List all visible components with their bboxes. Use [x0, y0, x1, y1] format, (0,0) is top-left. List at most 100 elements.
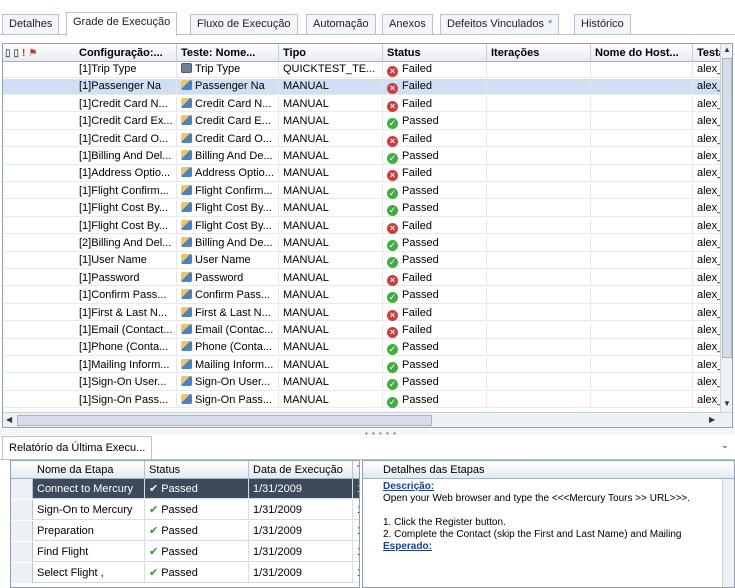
tab-defeitos-vinculados[interactable]: Defeitos Vinculados * — [440, 14, 560, 34]
cell-tipo[interactable]: MANUAL — [279, 392, 383, 408]
table-row[interactable]: [1]Sign-On Pass... Sign-On Pass... MANUAL ✓… — [3, 392, 732, 409]
cell-teste-nome[interactable]: Mailing Inform... — [177, 357, 279, 373]
cell-configuracao[interactable]: [1]Flight Confirm... — [75, 183, 177, 199]
col-tipo[interactable]: Tipo — [279, 44, 383, 62]
col-nome-host[interactable]: Nome do Host... — [591, 44, 693, 62]
cell-iteracoes[interactable] — [487, 62, 591, 77]
cell-configuracao[interactable]: [1]Credit Card O... — [75, 131, 177, 147]
cell-t[interactable]: 1 — [353, 521, 359, 541]
cell-tipo[interactable]: MANUAL — [279, 131, 383, 147]
table-row[interactable]: [1]Credit Card Ex... Credit Card E... MANU… — [3, 114, 732, 130]
cell-exec-date[interactable]: 1/31/2009 — [249, 521, 353, 541]
table-row[interactable]: [1]First & Last N... First & Last N... MAN… — [3, 305, 732, 322]
cell-status[interactable]: ✓ Passed — [383, 357, 487, 373]
cell-step-status[interactable]: ✔ Passed — [145, 542, 249, 562]
cell-tipo[interactable]: MANUAL — [279, 166, 383, 182]
cell-configuracao[interactable]: [1]Sign-On Pass... — [75, 392, 177, 408]
cell-iteracoes[interactable] — [487, 131, 591, 147]
cell-nome-host[interactable] — [591, 96, 693, 112]
cell-configuracao[interactable]: [1]Sign-On User... — [75, 375, 177, 391]
row-selector[interactable] — [11, 479, 33, 499]
cell-step-name[interactable]: Sign-On to Mercury — [33, 500, 145, 520]
cell-testador[interactable]: alex_a — [693, 236, 722, 251]
cell-nome-host[interactable] — [591, 305, 693, 321]
step-row[interactable]: Preparation✔Passed1/31/20091 — [11, 521, 359, 541]
cell-testador[interactable]: alex_a — [693, 357, 722, 373]
cell-nome-host[interactable] — [591, 114, 693, 130]
cell-iteracoes[interactable] — [487, 357, 591, 373]
cell-iteracoes[interactable] — [487, 114, 591, 130]
cell-teste-nome[interactable]: Passenger Na — [177, 79, 279, 95]
cell-teste-nome[interactable]: Confirm Pass... — [177, 288, 279, 304]
cell-tipo[interactable]: MANUAL — [279, 201, 383, 217]
tab-last-run-report[interactable]: Relatório da Última Execu... — [2, 436, 153, 460]
cell-nome-host[interactable] — [591, 253, 693, 269]
cell-nome-host[interactable] — [591, 288, 693, 304]
cell-status[interactable]: ✓ Passed — [383, 253, 487, 269]
tab-anexos[interactable]: Anexos — [382, 14, 433, 34]
cell-status[interactable]: × Failed — [383, 131, 487, 147]
cell-configuracao[interactable]: [1]Credit Card Ex... — [75, 114, 177, 130]
cell-testador[interactable]: alex_a — [693, 131, 722, 147]
cell-teste-nome[interactable]: Email (Contac... — [177, 323, 279, 338]
table-row[interactable]: [1]User Name User Name MANUAL ✓ Passed alex_a — [3, 253, 732, 269]
cell-teste-nome[interactable]: Sign-On Pass... — [177, 392, 279, 408]
cell-t[interactable]: 1 — [353, 563, 359, 583]
cell-status[interactable]: ✓ Passed — [383, 340, 487, 356]
cell-status[interactable]: × Failed — [383, 270, 487, 286]
cell-testador[interactable]: alex_a — [693, 149, 722, 164]
cell-teste-nome[interactable]: Flight Cost By... — [177, 201, 279, 217]
cell-tipo[interactable]: MANUAL — [279, 323, 383, 338]
flag-icon[interactable]: ⚑ — [28, 48, 37, 59]
cell-t[interactable]: 1 — [353, 542, 359, 562]
cell-teste-nome[interactable]: Credit Card N... — [177, 96, 279, 112]
cell-nome-host[interactable] — [591, 375, 693, 391]
panel-splitter[interactable]: • • • • • — [0, 429, 735, 438]
cell-tipo[interactable]: MANUAL — [279, 375, 383, 391]
cell-exec-date[interactable]: 1/31/2009 — [249, 479, 353, 499]
col-iteracoes[interactable]: Iterações — [487, 44, 591, 62]
tab-fluxo-execucao[interactable]: Fluxo de Execução — [190, 14, 298, 34]
cell-exec-date[interactable]: 1/31/2009 — [249, 563, 353, 583]
cell-teste-nome[interactable]: Flight Cost By... — [177, 218, 279, 234]
cell-iteracoes[interactable] — [487, 340, 591, 356]
table-row[interactable]: [2]Billing And Del... Billing And De... MA… — [3, 236, 732, 252]
step-row[interactable]: Connect to Mercury✔Passed1/31/20091 — [11, 479, 359, 499]
cell-testador[interactable]: alex_a — [693, 96, 722, 112]
cell-t[interactable]: 1 — [353, 479, 359, 499]
cell-status[interactable]: ✓ Passed — [383, 183, 487, 199]
cell-nome-host[interactable] — [591, 166, 693, 182]
table-row[interactable]: [1]Address Optio... Address Optio... MANUA… — [3, 166, 732, 182]
cell-nome-host[interactable] — [591, 270, 693, 286]
cell-nome-host[interactable] — [591, 183, 693, 199]
cell-iteracoes[interactable] — [487, 218, 591, 234]
cell-nome-host[interactable] — [591, 392, 693, 408]
cell-exec-date[interactable]: 1/31/2009 — [249, 500, 353, 520]
splitter-grip-icon[interactable]: • • • • • — [365, 429, 397, 438]
cell-teste-nome[interactable]: Credit Card E... — [177, 114, 279, 130]
cell-configuracao[interactable]: [1]Flight Cost By... — [75, 218, 177, 234]
cell-status[interactable]: ✓ Passed — [383, 201, 487, 217]
table-row[interactable]: [1]Password Password MANUAL × Failed alex_a — [3, 270, 732, 287]
grid-vertical-scrollbar[interactable]: ▲ ▼ — [720, 44, 732, 412]
cell-iteracoes[interactable] — [487, 288, 591, 304]
cell-step-status[interactable]: ✔ Passed — [145, 479, 249, 499]
col-configuracao[interactable]: Configuração:... — [75, 44, 177, 62]
cell-teste-nome[interactable]: Trip Type — [177, 62, 279, 77]
cell-tipo[interactable]: MANUAL — [279, 357, 383, 373]
cell-status[interactable]: ✓ Passed — [383, 149, 487, 164]
cell-nome-host[interactable] — [591, 340, 693, 356]
attachment-icon[interactable]: ▯ — [14, 48, 20, 59]
cell-iteracoes[interactable] — [487, 96, 591, 112]
tab-historico[interactable]: Histórico — [574, 14, 631, 34]
table-row[interactable]: [1]Email (Contact... Email (Contac... MANU… — [3, 323, 732, 339]
cell-iteracoes[interactable] — [487, 392, 591, 408]
cell-testador[interactable]: alex_a — [693, 375, 722, 391]
cell-step-status[interactable]: ✔ Passed — [145, 521, 249, 541]
cell-testador[interactable]: alex_a — [693, 114, 722, 130]
cell-teste-nome[interactable]: Credit Card O... — [177, 131, 279, 147]
table-row[interactable]: [1]Credit Card N... Credit Card N... MANUA… — [3, 96, 732, 113]
row-selector[interactable] — [11, 542, 33, 562]
cell-status[interactable]: ✓ Passed — [383, 392, 487, 408]
cell-step-status[interactable]: ✔ Passed — [145, 563, 249, 583]
